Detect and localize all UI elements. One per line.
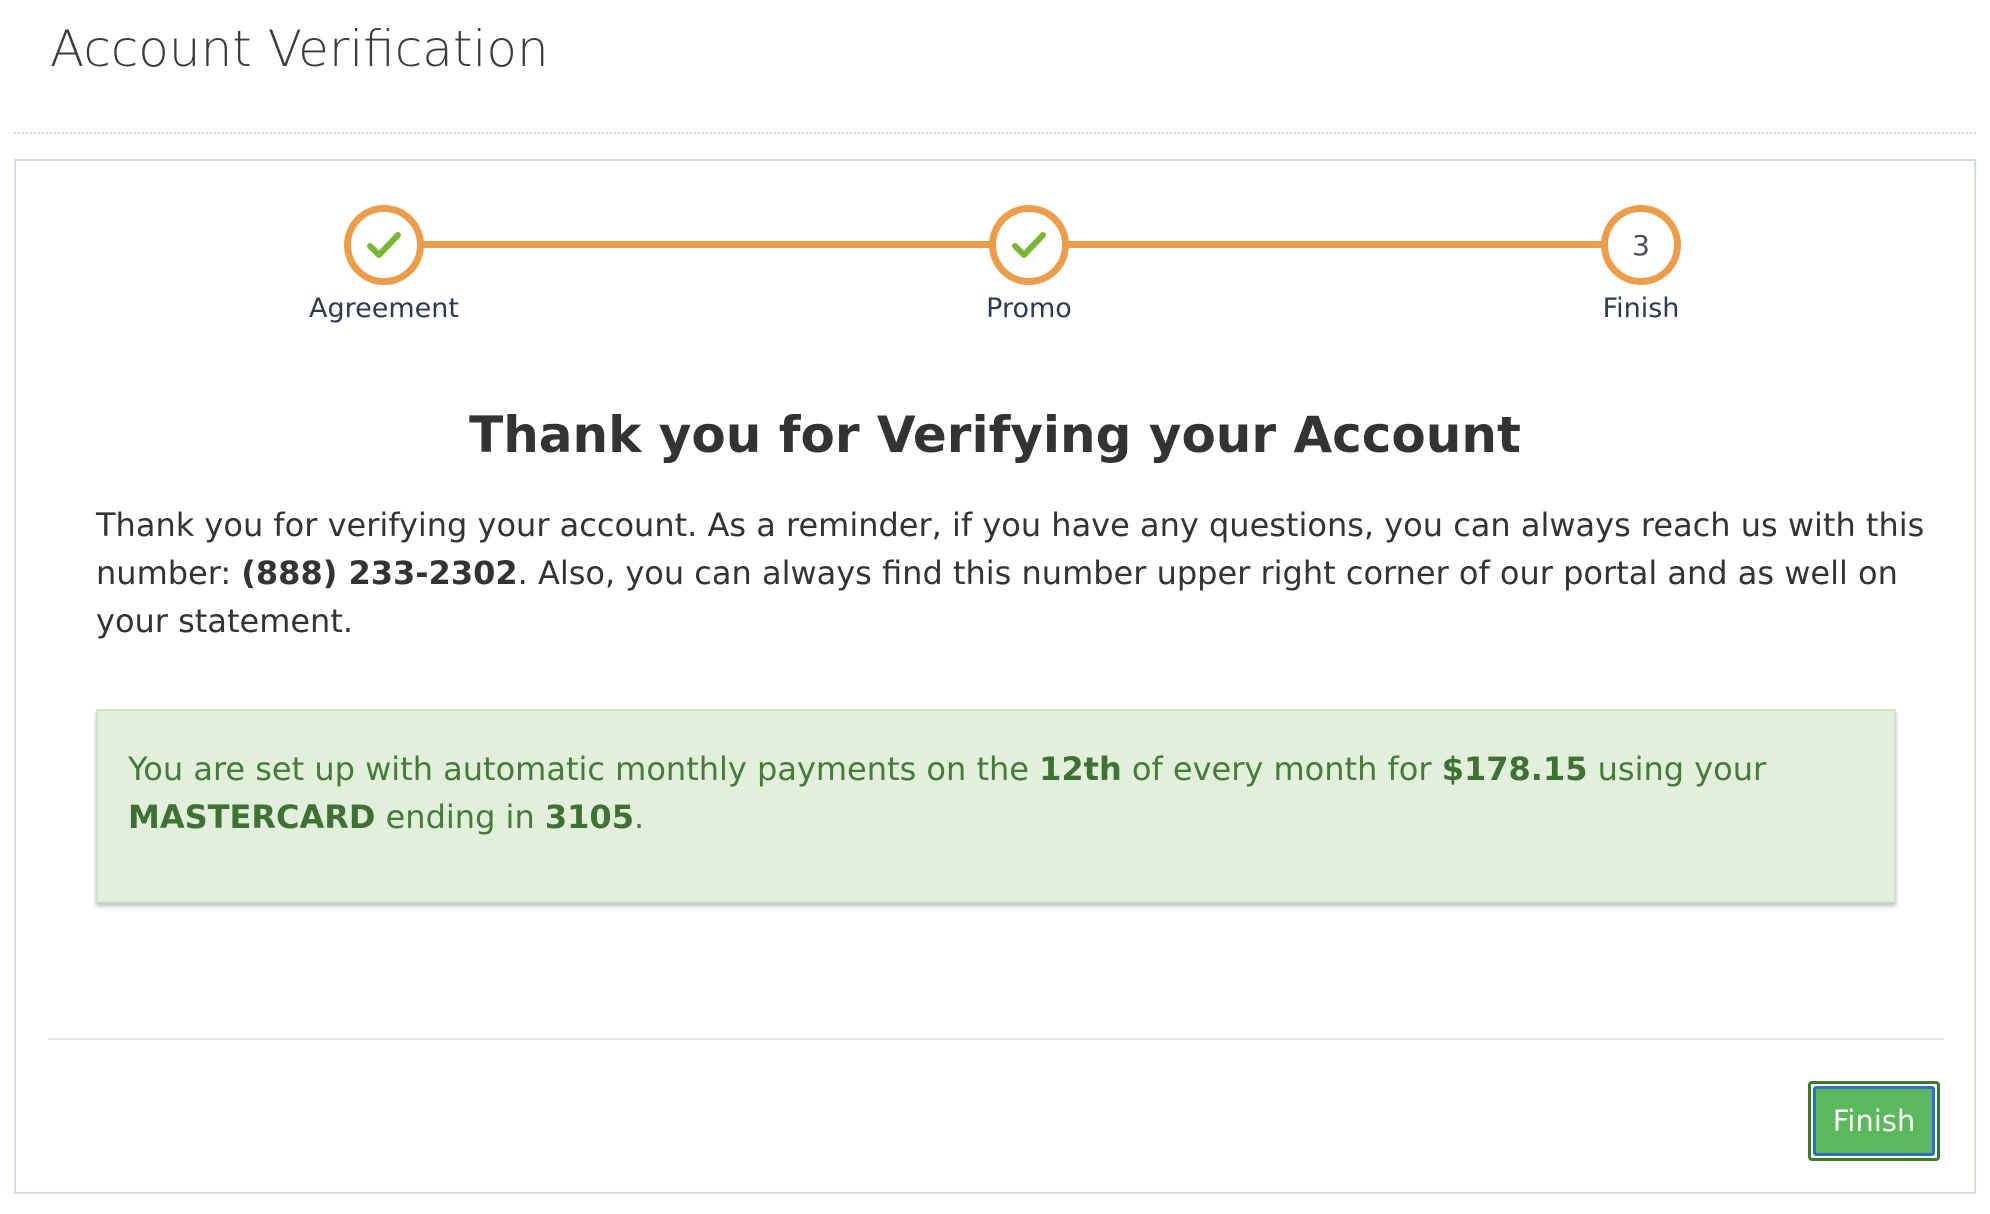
verification-panel: Agreement Promo 3 Finish Thank you for V…	[14, 159, 1976, 1194]
step-number: 3	[1632, 228, 1650, 262]
finish-button[interactable]: Finish	[1808, 1081, 1940, 1161]
progress-stepper: Agreement Promo 3 Finish	[16, 161, 1974, 351]
alert-text: .	[633, 798, 645, 836]
alert-text: of every month for	[1121, 750, 1442, 788]
confirmation-message: Thank you for verifying your account. As…	[96, 501, 1926, 645]
alert-text: using your	[1587, 750, 1767, 788]
finish-button-label: Finish	[1813, 1086, 1935, 1156]
step-agreement-circle	[344, 205, 424, 285]
card-type: MASTERCARD	[128, 798, 376, 836]
confirmation-headline: Thank you for Verifying your Account	[469, 406, 1521, 464]
stepper-connector-1	[394, 241, 1024, 248]
stepper-connector-2	[1046, 241, 1638, 248]
page-title: Account Verification	[50, 20, 549, 78]
check-icon	[1012, 232, 1046, 258]
page-header: Account Verification	[14, 0, 1976, 134]
payment-amount: $178.15	[1441, 750, 1588, 788]
step-promo-circle	[989, 205, 1069, 285]
alert-text: ending in	[375, 798, 545, 836]
support-phone-number: (888) 233-2302	[241, 554, 518, 592]
alert-text: You are set up with automatic monthly pa…	[128, 750, 1040, 788]
autopay-alert: You are set up with automatic monthly pa…	[96, 709, 1896, 903]
step-label-promo: Promo	[986, 293, 1072, 324]
payment-day: 12th	[1039, 750, 1122, 788]
card-last-four: 3105	[544, 798, 634, 836]
step-finish-circle: 3	[1601, 205, 1681, 285]
footer-divider	[48, 1038, 1944, 1040]
step-label-agreement: Agreement	[309, 293, 459, 324]
step-label-finish: Finish	[1602, 293, 1680, 324]
check-icon	[367, 232, 401, 258]
